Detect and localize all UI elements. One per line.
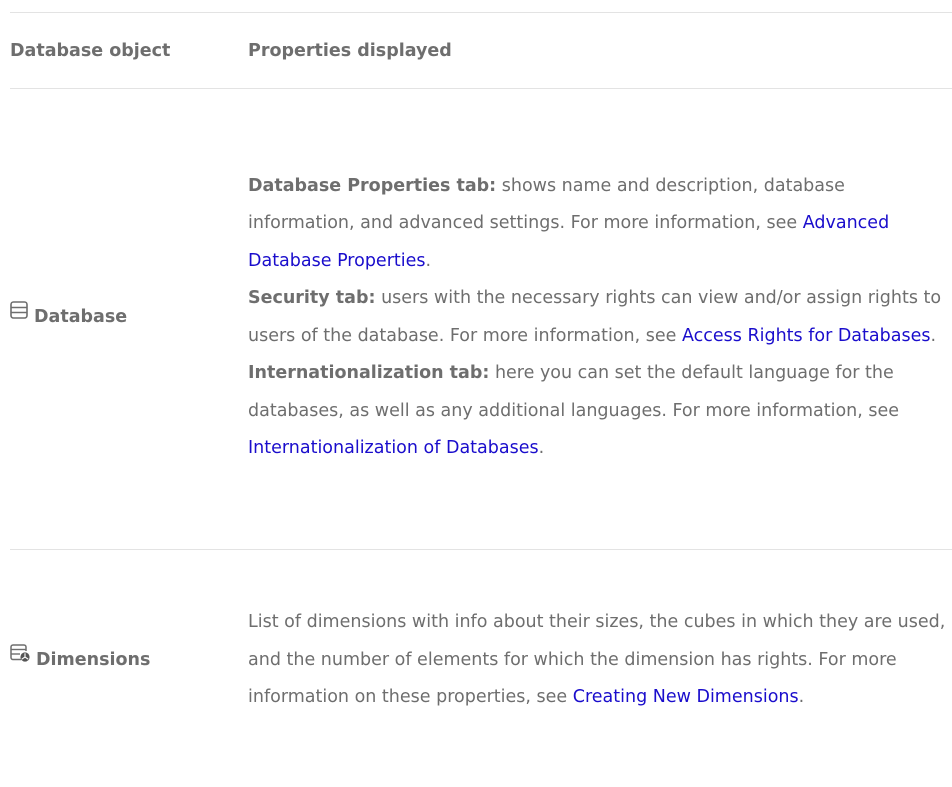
paragraph-tail: .: [930, 325, 937, 346]
dimensions-icon: [10, 644, 30, 662]
object-label: Database: [34, 307, 128, 327]
paragraph-security: Security tab: users with the necessary r…: [248, 280, 952, 355]
tab-name: Security tab:: [248, 288, 376, 308]
table-row-dimensions: Dimensions List of dimensions with info …: [10, 549, 952, 774]
paragraph-internationalization: Internationalization tab: here you can s…: [248, 355, 952, 468]
object-database: Database: [10, 301, 128, 327]
table-row-database: Database Database Properties tab: shows …: [10, 88, 952, 550]
properties-cell: List of dimensions with info about their…: [248, 550, 952, 774]
properties-table: Database object Properties displayed Dat…: [10, 12, 952, 774]
table-header-row: Database object Properties displayed: [10, 12, 952, 89]
link-creating-new-dimensions[interactable]: Creating New Dimensions: [573, 687, 799, 707]
paragraph-tail: .: [538, 438, 545, 458]
tab-name: Internationalization tab:: [248, 363, 490, 383]
paragraph-dimensions: List of dimensions with info about their…: [248, 604, 952, 717]
object-cell: Database: [10, 89, 248, 550]
header-database-object: Database object: [10, 40, 171, 61]
properties-cell: Database Properties tab: shows name and …: [248, 89, 952, 550]
link-internationalization-of-databases[interactable]: Internationalization of Databases: [248, 438, 539, 458]
tab-name: Database Properties tab:: [248, 175, 497, 196]
object-dimensions: Dimensions: [10, 644, 151, 670]
object-cell: Dimensions: [10, 550, 248, 774]
database-icon: [10, 301, 28, 319]
header-properties-displayed: Properties displayed: [248, 40, 452, 61]
paragraph-database-properties: Database Properties tab: shows name and …: [248, 168, 952, 281]
object-label: Dimensions: [36, 649, 151, 670]
link-access-rights-for-databases[interactable]: Access Rights for Databases: [682, 326, 930, 346]
paragraph-tail: .: [425, 250, 432, 271]
paragraph-tail: .: [798, 687, 805, 707]
